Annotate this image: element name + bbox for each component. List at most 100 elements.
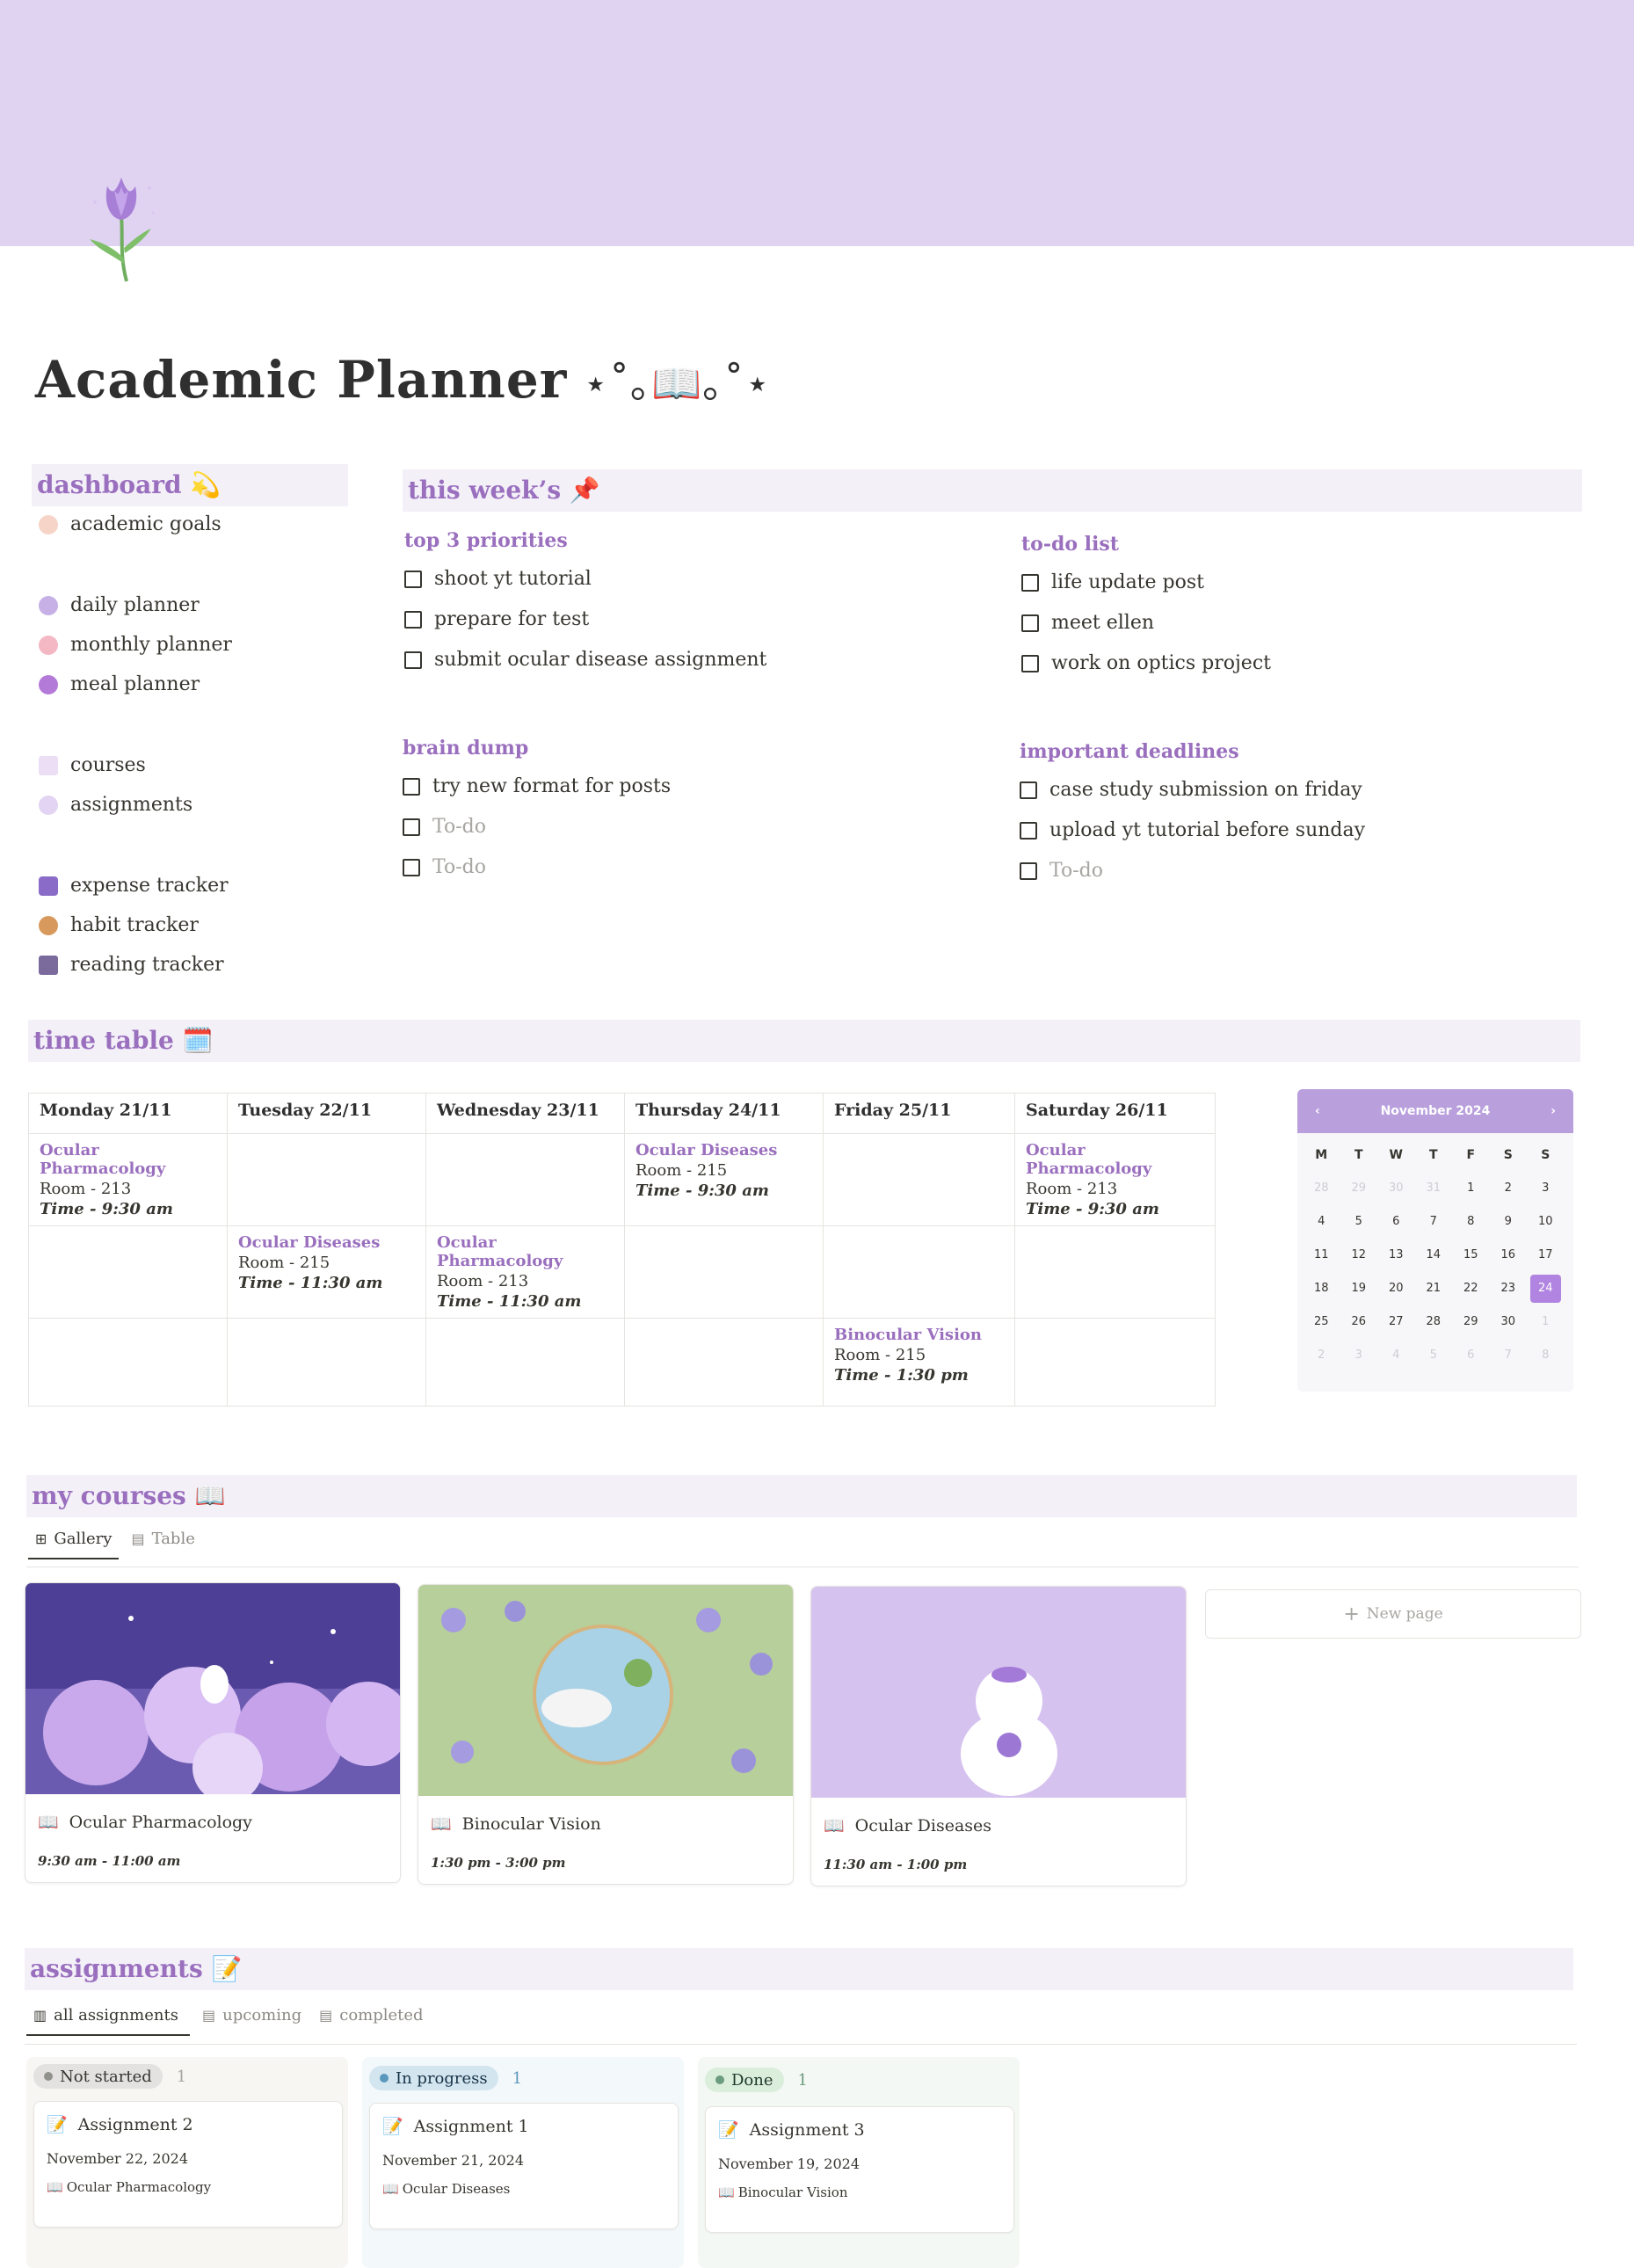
calendar-day[interactable]: 6 xyxy=(1377,1205,1415,1239)
course-card[interactable]: 📖 Ocular Pharmacology 9:30 am - 11:00 am xyxy=(25,1582,401,1883)
status-label: In progress xyxy=(396,2068,488,2088)
calendar-day[interactable]: 25 xyxy=(1303,1305,1340,1339)
tab-gallery[interactable]: ⊞ Gallery xyxy=(28,1519,120,1559)
calendar-day[interactable]: 14 xyxy=(1415,1239,1453,1272)
todo-item[interactable]: life update post xyxy=(1021,563,1566,603)
assignment-card[interactable]: 📝 Assignment 1 November 21, 2024 📖 Ocular … xyxy=(369,2103,679,2229)
checkbox[interactable] xyxy=(403,859,420,876)
tab-all-assignments[interactable]: ▥ all assignments xyxy=(26,1995,190,2036)
dashboard-item-meal-planner[interactable]: meal planner xyxy=(39,667,338,702)
todo-item[interactable]: submit ocular disease assignment xyxy=(404,640,932,680)
calendar-day[interactable]: 19 xyxy=(1340,1272,1378,1305)
calendar-day[interactable]: 29 xyxy=(1340,1172,1378,1205)
calendar-day[interactable]: 28 xyxy=(1303,1172,1340,1205)
calendar-day[interactable]: 18 xyxy=(1303,1272,1340,1305)
calendar-day[interactable]: 11 xyxy=(1303,1239,1340,1272)
dashboard-item-assignments[interactable]: assignments xyxy=(39,788,338,823)
calendar-day[interactable]: 1 xyxy=(1527,1305,1565,1339)
assignment-card[interactable]: 📝 Assignment 2 November 22, 2024 📖 Ocular … xyxy=(33,2101,343,2228)
calendar-day[interactable]: 13 xyxy=(1377,1239,1415,1272)
checkbox[interactable] xyxy=(404,611,422,629)
tab-completed[interactable]: ▤ completed xyxy=(312,1995,430,2034)
course-card-title: 📖 Binocular Vision xyxy=(431,1814,793,1835)
calendar-day[interactable]: 1 xyxy=(1452,1172,1490,1205)
checkbox[interactable] xyxy=(1020,781,1037,799)
todo-item[interactable]: upload yt tutorial before sunday xyxy=(1020,811,1565,851)
dashboard-item-monthly-planner[interactable]: monthly planner xyxy=(39,628,338,663)
calendar-day-selected[interactable]: 24 xyxy=(1530,1275,1561,1303)
calendar-day[interactable]: 3 xyxy=(1340,1339,1378,1372)
todo-item-placeholder[interactable]: To-do xyxy=(1020,851,1565,891)
dashboard-item-academic-goals[interactable]: academic goals xyxy=(39,507,338,542)
calendar-day[interactable]: 29 xyxy=(1452,1305,1490,1339)
todo-item-placeholder[interactable]: To-do xyxy=(403,847,930,888)
checkbox[interactable] xyxy=(1020,822,1037,840)
tab-upcoming[interactable]: ▤ upcoming xyxy=(195,1995,309,2034)
dashboard-item-expense-tracker[interactable]: expense tracker xyxy=(39,869,338,904)
calendar-day[interactable]: 5 xyxy=(1415,1339,1453,1372)
todo-item-placeholder[interactable]: To-do xyxy=(403,807,930,847)
calendar-day[interactable]: 3 xyxy=(1527,1172,1565,1205)
calendar-day[interactable]: 7 xyxy=(1415,1205,1453,1239)
empty-slot xyxy=(624,1318,824,1407)
checkbox[interactable] xyxy=(403,778,420,796)
course-card[interactable]: 📖 Ocular Diseases 11:30 am - 1:00 pm xyxy=(810,1586,1187,1886)
calendar-day[interactable]: 15 xyxy=(1452,1239,1490,1272)
dashboard-item-habit-tracker[interactable]: habit tracker xyxy=(39,908,338,943)
calendar-day[interactable]: 30 xyxy=(1377,1172,1415,1205)
calendar-day[interactable]: 2 xyxy=(1490,1172,1528,1205)
todo-item[interactable]: prepare for test xyxy=(404,600,932,640)
assignment-card[interactable]: 📝 Assignment 3 November 19, 2024 📖 Binocul… xyxy=(705,2106,1014,2233)
todo-item[interactable]: work on optics project xyxy=(1021,643,1566,684)
calendar-day[interactable]: 28 xyxy=(1415,1305,1453,1339)
checkbox[interactable] xyxy=(1020,862,1037,880)
dashboard-item-daily-planner[interactable]: daily planner xyxy=(39,588,338,623)
prev-month-icon[interactable]: ‹ xyxy=(1315,1104,1320,1118)
calendar-day[interactable]: 6 xyxy=(1452,1339,1490,1372)
next-month-icon[interactable]: › xyxy=(1550,1104,1556,1118)
todo-item[interactable]: case study submission on friday xyxy=(1020,770,1565,811)
page-title-text: Academic Planner xyxy=(35,350,568,410)
todo-item[interactable]: shoot yt tutorial xyxy=(404,559,932,600)
title-decoration: ⋆˚｡📖｡˚⋆ xyxy=(583,360,772,407)
calendar-day[interactable]: 21 xyxy=(1415,1272,1453,1305)
checkbox[interactable] xyxy=(403,818,420,836)
calendar-day[interactable]: 10 xyxy=(1527,1205,1565,1239)
calendar-day[interactable]: 8 xyxy=(1527,1339,1565,1372)
checkbox[interactable] xyxy=(1021,655,1039,672)
calendar-day[interactable]: 23 xyxy=(1490,1272,1528,1305)
book-icon: 📖 xyxy=(382,2181,399,2197)
dashboard-item-label: daily planner xyxy=(70,594,200,616)
calendar-day[interactable]: 30 xyxy=(1490,1305,1528,1339)
empty-slot xyxy=(823,1133,1015,1226)
calendar-day[interactable]: 22 xyxy=(1452,1272,1490,1305)
dashboard-item-reading-tracker[interactable]: reading tracker xyxy=(39,948,338,983)
calendar-day[interactable]: 17 xyxy=(1527,1239,1565,1272)
timetable-heading: time table 🗓️ xyxy=(28,1020,1580,1062)
calendar-day[interactable]: 8 xyxy=(1452,1205,1490,1239)
calendar-day[interactable]: 5 xyxy=(1340,1205,1378,1239)
todo-text: case study submission on friday xyxy=(1049,779,1362,801)
calendar-day[interactable]: 16 xyxy=(1490,1239,1528,1272)
new-page-button[interactable]: + New page xyxy=(1205,1589,1581,1639)
table-icon: ▤ xyxy=(202,2006,216,2024)
calendar-day[interactable]: 26 xyxy=(1340,1305,1378,1339)
calendar-day[interactable]: 12 xyxy=(1340,1239,1378,1272)
todo-item[interactable]: try new format for posts xyxy=(403,767,930,807)
checkbox[interactable] xyxy=(404,651,422,669)
calendar-day[interactable]: 7 xyxy=(1490,1339,1528,1372)
checkbox[interactable] xyxy=(1021,574,1039,592)
calendar-day[interactable]: 2 xyxy=(1303,1339,1340,1372)
course-card[interactable]: 📖 Binocular Vision 1:30 pm - 3:00 pm xyxy=(418,1584,794,1885)
calendar-day[interactable]: 4 xyxy=(1377,1339,1415,1372)
checkbox[interactable] xyxy=(1021,614,1039,632)
calendar-day[interactable]: 27 xyxy=(1377,1305,1415,1339)
calendar-day[interactable]: 20 xyxy=(1377,1272,1415,1305)
todo-item[interactable]: meet ellen xyxy=(1021,603,1566,643)
calendar-day[interactable]: 4 xyxy=(1303,1205,1340,1239)
checkbox[interactable] xyxy=(404,571,422,588)
calendar-day[interactable]: 9 xyxy=(1490,1205,1528,1239)
dashboard-item-courses[interactable]: courses xyxy=(39,748,338,783)
tab-table[interactable]: ▤ Table xyxy=(124,1519,201,1558)
calendar-day[interactable]: 31 xyxy=(1415,1172,1453,1205)
